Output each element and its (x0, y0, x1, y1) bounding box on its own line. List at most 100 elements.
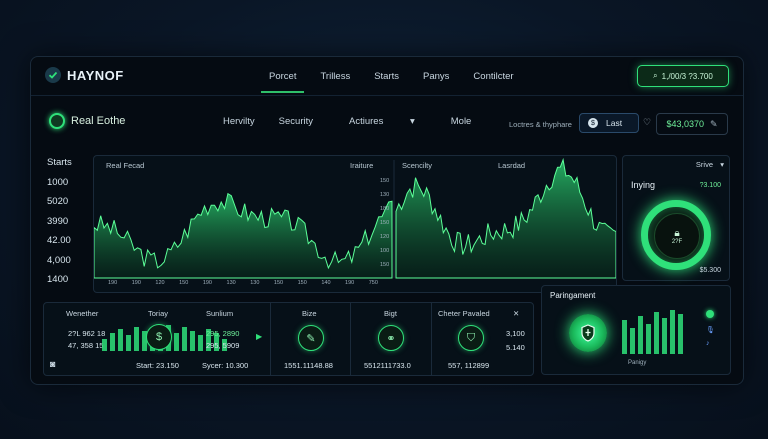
tab-starts[interactable]: Starts (362, 71, 411, 82)
info-icon: $ (588, 118, 598, 128)
area-series-right (395, 157, 616, 279)
header-toriay: Toriay (148, 309, 169, 318)
dollar-icon[interactable]: $ (146, 324, 172, 350)
x-tick: 190 (202, 280, 212, 286)
side-value: 5.140 (506, 343, 525, 352)
shield-icon[interactable]: ⛉ (458, 325, 484, 351)
mini-bar (110, 333, 115, 351)
header-sunlium: Sunlium (206, 309, 234, 318)
left-axis-value: 1000 (47, 176, 69, 188)
side-value: 3,100 (506, 329, 525, 338)
mini-bar (174, 333, 179, 351)
last-button[interactable]: $ Last (579, 113, 639, 133)
payment-panel: Paringament 🎙︎ ♪ Panigy (541, 285, 731, 375)
edit-icon[interactable]: ✎ (298, 325, 324, 351)
tab-panys[interactable]: Panys (411, 71, 461, 82)
logo[interactable]: HAYNOF (45, 67, 124, 83)
subnav-hervilty[interactable]: Hervilty (211, 116, 267, 127)
pay-title: Paringament (550, 291, 596, 300)
heart-icon[interactable]: ♡ (643, 117, 651, 128)
mini-bar (182, 327, 187, 351)
progress-ring[interactable]: 🔒︎ 2?F (641, 200, 711, 270)
x-tick: 150 (179, 280, 189, 286)
x-tick: 750 (368, 280, 378, 286)
header-cheter: Cheter Pavaled (438, 309, 490, 318)
lock-icon: 🔒︎ (674, 227, 680, 239)
subnav-security[interactable]: Security (267, 116, 325, 127)
status-dot-icon[interactable] (706, 310, 714, 318)
chevron-down-icon[interactable]: ▾ (720, 160, 724, 169)
divider (431, 303, 432, 375)
header-bigt: Bigt (384, 309, 397, 318)
mini-bar (102, 339, 107, 351)
left-axis-title: Starts (47, 157, 72, 168)
bize-value: 1551.11148.88 (284, 361, 333, 370)
tick-label: 150 (380, 220, 390, 226)
payment-bar (630, 328, 635, 354)
brand-real-estate[interactable]: Real Eothe (49, 113, 125, 129)
sub-nav: Hervilty Security Actiures ▾ Mole (211, 116, 483, 127)
chart-x-ticks: 190 190 120 150 190 130 130 150 150 140 … (108, 280, 378, 286)
area-charts[interactable] (94, 156, 616, 292)
close-icon[interactable]: ✕ (513, 309, 519, 318)
mini-bar (118, 329, 123, 351)
price-box[interactable]: $43,0370 ✎ (656, 113, 728, 135)
left-value: 47, 358 15 (68, 341, 104, 350)
ring-center: 🔒︎ 2?F (654, 213, 700, 259)
balance-text: 1,/00/3 ?3.700 (661, 71, 713, 81)
x-tick: 190 (108, 280, 118, 286)
mini-bar (190, 331, 195, 351)
settings-icon[interactable]: ◙ (50, 359, 55, 369)
payment-bar (678, 314, 683, 354)
x-tick: 150 (273, 280, 284, 286)
volume-icon[interactable]: ♪ (706, 340, 710, 347)
tick-label: 180 (380, 206, 390, 212)
payment-bar (638, 316, 643, 354)
left-axis: Starts 1000 5020 3990 42.00 4,000 1400 (47, 157, 72, 294)
tick-label: 100 (380, 248, 390, 254)
tab-trilless[interactable]: Trilless (308, 71, 362, 82)
left-value: 2?L 962 18 (68, 329, 106, 338)
sub-bar: Real Eothe Hervilty Security Actiures ▾ … (31, 101, 743, 137)
play-icon[interactable]: ▶ (256, 332, 262, 341)
balance-pill[interactable]: ⌕ 1,/00/3 ?3.700 (637, 65, 729, 87)
subnav-actiures[interactable]: Actiures ▾ (325, 116, 439, 127)
edit-icon: ✎ (710, 118, 718, 129)
x-tick: 130 (226, 280, 236, 286)
dropdown-label[interactable]: Srive (696, 160, 713, 169)
x-tick: 140 (321, 280, 331, 286)
bigt-value: 5512111733.0 (364, 361, 411, 370)
payment-bar (662, 318, 667, 354)
panel-value: ?3.100 (699, 182, 721, 189)
left-axis-value: 1400 (47, 274, 69, 285)
stats-panel: Wenether Toriay Sunlium Bize Bigt Cheter… (43, 302, 534, 376)
subnav-mole[interactable]: Mole (439, 116, 484, 127)
header-wenether: Wenether (66, 309, 99, 318)
tick-label: 130 (380, 192, 390, 198)
pay-footer: Panigy (628, 360, 647, 366)
left-axis-value: 4,000 (47, 254, 71, 266)
brand-dot-icon (49, 113, 65, 129)
tab-porcet[interactable]: Porcet (257, 71, 308, 93)
x-tick: 190 (131, 280, 141, 286)
tab-contilcter[interactable]: Contilcter (461, 71, 525, 82)
top-bar: HAYNOF Porcet Trilless Starts Panys Cont… (31, 57, 743, 96)
mini-bar (134, 327, 139, 351)
shield-icon[interactable] (569, 314, 607, 352)
link-icon[interactable]: ⚭ (378, 325, 404, 351)
divider (270, 303, 271, 375)
tick-label: 150 (380, 178, 390, 184)
x-tick: 120 (155, 280, 165, 286)
mini-bar (126, 335, 131, 351)
tick-label: 150 (380, 262, 390, 268)
sycer-label: Sycer: 10.300 (202, 361, 249, 370)
payment-bar (654, 312, 659, 354)
chart-ticks: 150 130 180 150 120 100 150 (380, 178, 389, 276)
divider (350, 303, 351, 375)
payment-bar (622, 320, 627, 354)
check-icon (45, 67, 61, 83)
payment-bar (670, 310, 675, 354)
tick-label: 120 (380, 234, 390, 240)
header-bize: Bize (302, 309, 317, 318)
mic-icon[interactable]: 🎙︎ (706, 326, 715, 334)
